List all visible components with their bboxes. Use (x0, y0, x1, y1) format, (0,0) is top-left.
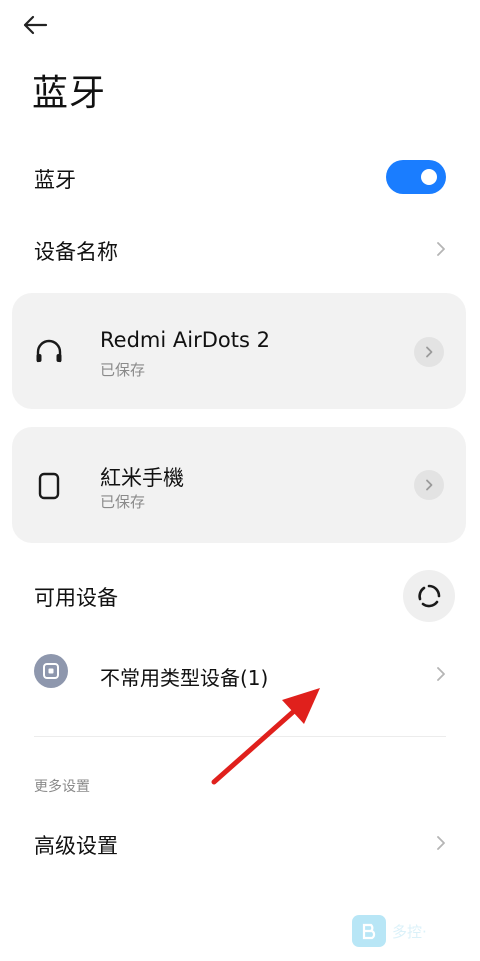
page-title: 蓝牙 (32, 73, 107, 114)
device-name-label: 设备名称 (34, 240, 118, 264)
annotation-arrow-icon (211, 688, 320, 785)
back-button[interactable] (22, 8, 70, 42)
headphones-icon (36, 339, 62, 363)
chevron-right-icon (437, 242, 445, 256)
toggle-knob (421, 169, 437, 185)
watermark-text: 多控· (392, 922, 427, 941)
watermark-logo-icon (352, 915, 386, 947)
available-devices-title: 可用设备 (34, 586, 118, 610)
device-name-row[interactable]: 设备名称 (0, 220, 480, 280)
back-arrow-icon (23, 15, 48, 35)
device-name: 紅米手機 (100, 466, 184, 490)
chevron-right-icon (426, 479, 433, 491)
chevron-right-icon (426, 346, 433, 358)
bluetooth-toggle[interactable] (386, 160, 446, 194)
phone-icon (38, 472, 60, 500)
chevron-right-icon (437, 667, 445, 681)
device-status: 已保存 (100, 361, 146, 379)
advanced-settings-row[interactable]: 高级设置 (0, 812, 480, 872)
logo-glyph-icon (362, 923, 376, 940)
chevron-right-icon (437, 836, 445, 850)
more-settings-header: 更多设置 (34, 779, 90, 795)
refresh-spinner-icon (418, 584, 441, 608)
device-status: 已保存 (100, 493, 146, 511)
saved-device-card[interactable]: 紅米手機 已保存 (12, 427, 466, 543)
watermark: 多控· (352, 915, 452, 947)
device-details-button[interactable] (414, 470, 444, 500)
advanced-settings-label: 高级设置 (34, 834, 118, 858)
saved-device-card[interactable]: Redmi AirDots 2 已保存 (12, 293, 466, 409)
generic-device-icon (43, 663, 59, 679)
device-name: Redmi AirDots 2 (100, 328, 270, 352)
device-details-button[interactable] (414, 337, 444, 367)
refresh-button[interactable] (403, 570, 455, 622)
bluetooth-label: 蓝牙 (34, 168, 76, 192)
device-type-icon (34, 654, 68, 688)
